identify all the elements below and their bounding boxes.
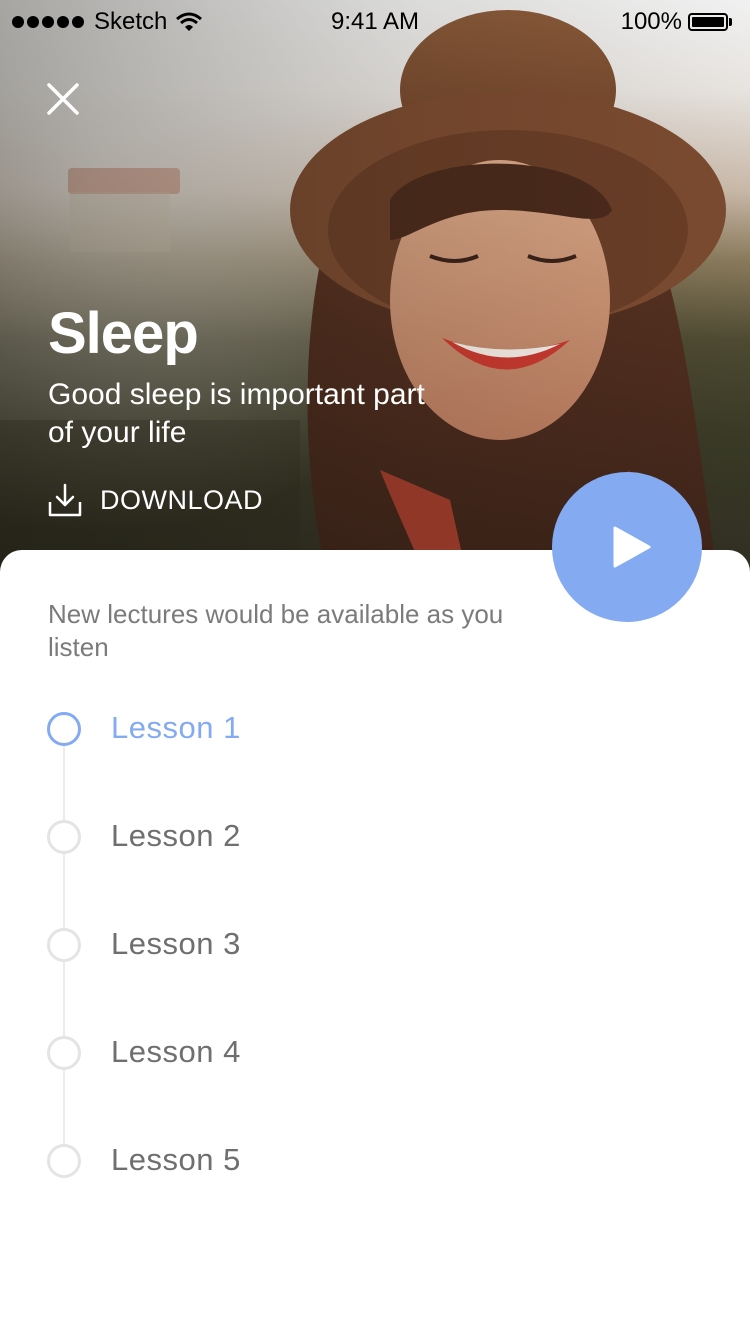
battery-percentage: 100%: [620, 8, 682, 35]
lesson-label: Lesson 4: [111, 1034, 241, 1069]
status-bar: Sketch 9:41 AM 100%: [0, 0, 750, 44]
page-subtitle: Good sleep is important part of your lif…: [48, 378, 425, 449]
close-icon: [47, 83, 79, 115]
lesson-item-3[interactable]: Lesson 3: [0, 916, 750, 976]
lesson-status-icon: [47, 928, 81, 962]
play-icon: [613, 526, 651, 568]
close-button[interactable]: [40, 76, 86, 122]
status-right: 100%: [621, 8, 736, 36]
play-button[interactable]: [552, 472, 702, 622]
lesson-status-icon: [47, 712, 81, 746]
lesson-status-icon: [47, 1036, 81, 1070]
download-button[interactable]: DOWNLOAD: [48, 482, 263, 518]
download-label: DOWNLOAD: [100, 484, 264, 515]
lesson-status-icon: [47, 820, 81, 854]
screen: Sketch 9:41 AM 100% Sleep Good sleep is …: [0, 0, 750, 1334]
lesson-label: Lesson 1: [111, 710, 241, 745]
lesson-label: Lesson 5: [111, 1142, 241, 1177]
battery-icon: [688, 11, 736, 33]
lesson-item-2[interactable]: Lesson 2: [0, 808, 750, 868]
download-icon: [48, 483, 82, 517]
lesson-item-4[interactable]: Lesson 4: [0, 1024, 750, 1084]
lesson-item-5[interactable]: Lesson 5: [0, 1132, 750, 1192]
lesson-status-icon: [47, 1144, 81, 1178]
page-title: Sleep: [48, 301, 199, 366]
lesson-label: Lesson 3: [111, 926, 241, 961]
lectures-notice: New lectures would be available as you l…: [48, 599, 504, 662]
lesson-label: Lesson 2: [111, 818, 241, 853]
lesson-item-1[interactable]: Lesson 1: [0, 700, 750, 760]
content-sheet: New lectures would be available as you l…: [0, 550, 750, 1334]
